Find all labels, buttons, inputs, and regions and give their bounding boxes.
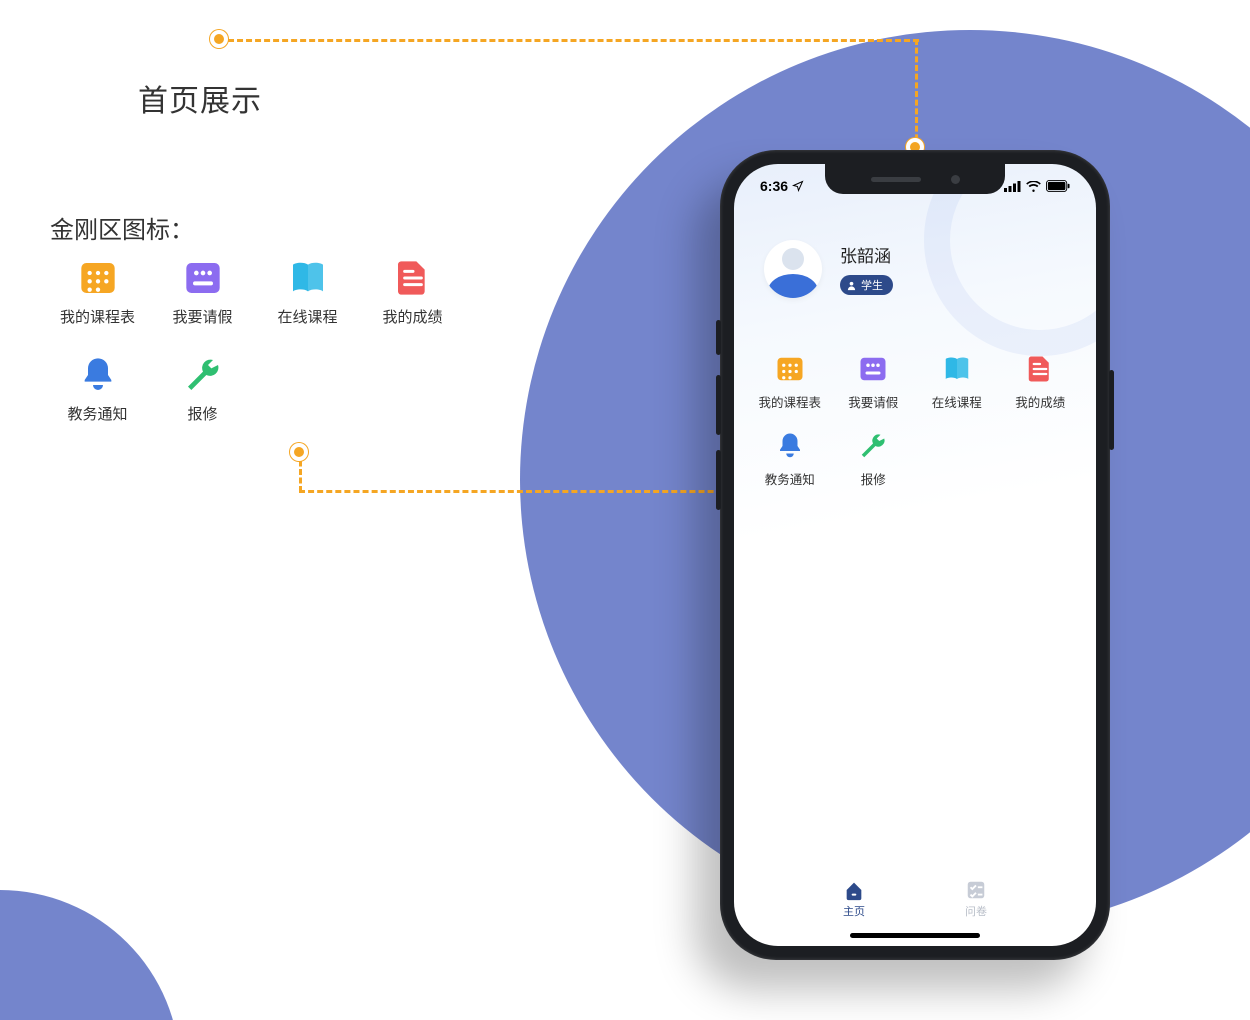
keypad-icon [858, 354, 888, 384]
tab-label: 问卷 [965, 903, 987, 919]
grid-item-online[interactable]: 在线课程 [915, 354, 999, 411]
grid-item-schedule[interactable]: 我的课程表 [748, 354, 832, 411]
grid-item-online: 在线课程 [255, 258, 360, 327]
grid-item-leave: 我要请假 [150, 258, 255, 327]
home-icon [843, 879, 865, 901]
grid-item-repair: 报修 [150, 355, 255, 424]
grid-item-repair[interactable]: 报修 [832, 431, 916, 488]
document-icon [393, 258, 433, 298]
decorative-circle-small [0, 890, 180, 1020]
grid-item-label: 我要请假 [172, 306, 232, 327]
grid-item-label: 我的成绩 [382, 306, 442, 327]
grid-item-label: 教务通知 [765, 469, 815, 488]
role-badge: 学生 [840, 275, 893, 295]
grid-item-notice: 教务通知 [45, 355, 150, 424]
calendar-grid-icon [78, 258, 118, 298]
tab-bar: 主页 问卷 [734, 870, 1096, 928]
grid-item-grades: 我的成绩 [360, 258, 465, 327]
wifi-icon [1026, 181, 1041, 192]
keypad-icon [183, 258, 223, 298]
phone-screen: 6:36 张韶涵 [734, 164, 1096, 946]
user-name: 张韶涵 [840, 242, 893, 267]
icon-section-label: 金刚区图标： [50, 210, 194, 245]
tab-survey[interactable]: 问卷 [965, 879, 987, 919]
phone-notch [825, 164, 1005, 194]
grid-item-label: 在线课程 [277, 306, 337, 327]
location-arrow-icon [792, 180, 804, 192]
grid-item-label: 我的课程表 [758, 392, 821, 411]
signal-icon [1004, 181, 1021, 192]
wrench-icon [858, 431, 888, 461]
open-book-icon [288, 258, 328, 298]
grid-item-label: 报修 [861, 469, 886, 488]
phone-icon-grid: 我的课程表 我要请假 在线课程 我的成绩教务通知 报修 [734, 354, 1096, 488]
user-card: 张韶涵 学生 [734, 240, 1096, 298]
home-indicator[interactable] [850, 933, 980, 938]
bell-icon [775, 431, 805, 461]
wrench-icon [183, 355, 223, 395]
calendar-grid-icon [775, 354, 805, 384]
grid-item-label: 我要请假 [848, 392, 898, 411]
phone-mockup: 6:36 张韶涵 [720, 150, 1110, 960]
grid-item-schedule: 我的课程表 [45, 258, 150, 327]
document-icon [1025, 354, 1055, 384]
grid-item-grades[interactable]: 我的成绩 [999, 354, 1083, 411]
bell-icon [78, 355, 118, 395]
status-time: 6:36 [760, 178, 788, 194]
grid-item-label: 我的成绩 [1015, 392, 1065, 411]
connector-dot-icon [210, 30, 228, 48]
grid-item-label: 在线课程 [932, 392, 982, 411]
role-badge-label: 学生 [861, 277, 883, 293]
grid-item-label: 报修 [187, 403, 217, 424]
avatar[interactable] [764, 240, 822, 298]
grid-item-leave[interactable]: 我要请假 [832, 354, 916, 411]
connector-top [210, 30, 930, 160]
connector-dot-icon [290, 443, 308, 461]
tab-label: 主页 [843, 903, 865, 919]
tab-home[interactable]: 主页 [843, 879, 865, 919]
survey-icon [965, 879, 987, 901]
user-badge-icon [846, 280, 857, 291]
open-book-icon [942, 354, 972, 384]
battery-icon [1046, 180, 1070, 192]
grid-item-label: 教务通知 [67, 403, 127, 424]
grid-item-label: 我的课程表 [60, 306, 135, 327]
connector-mid [290, 443, 760, 493]
grid-item-notice[interactable]: 教务通知 [748, 431, 832, 488]
left-icon-grid: 我的课程表 我要请假 在线课程 我的成绩教务通知 报修 [45, 258, 465, 424]
